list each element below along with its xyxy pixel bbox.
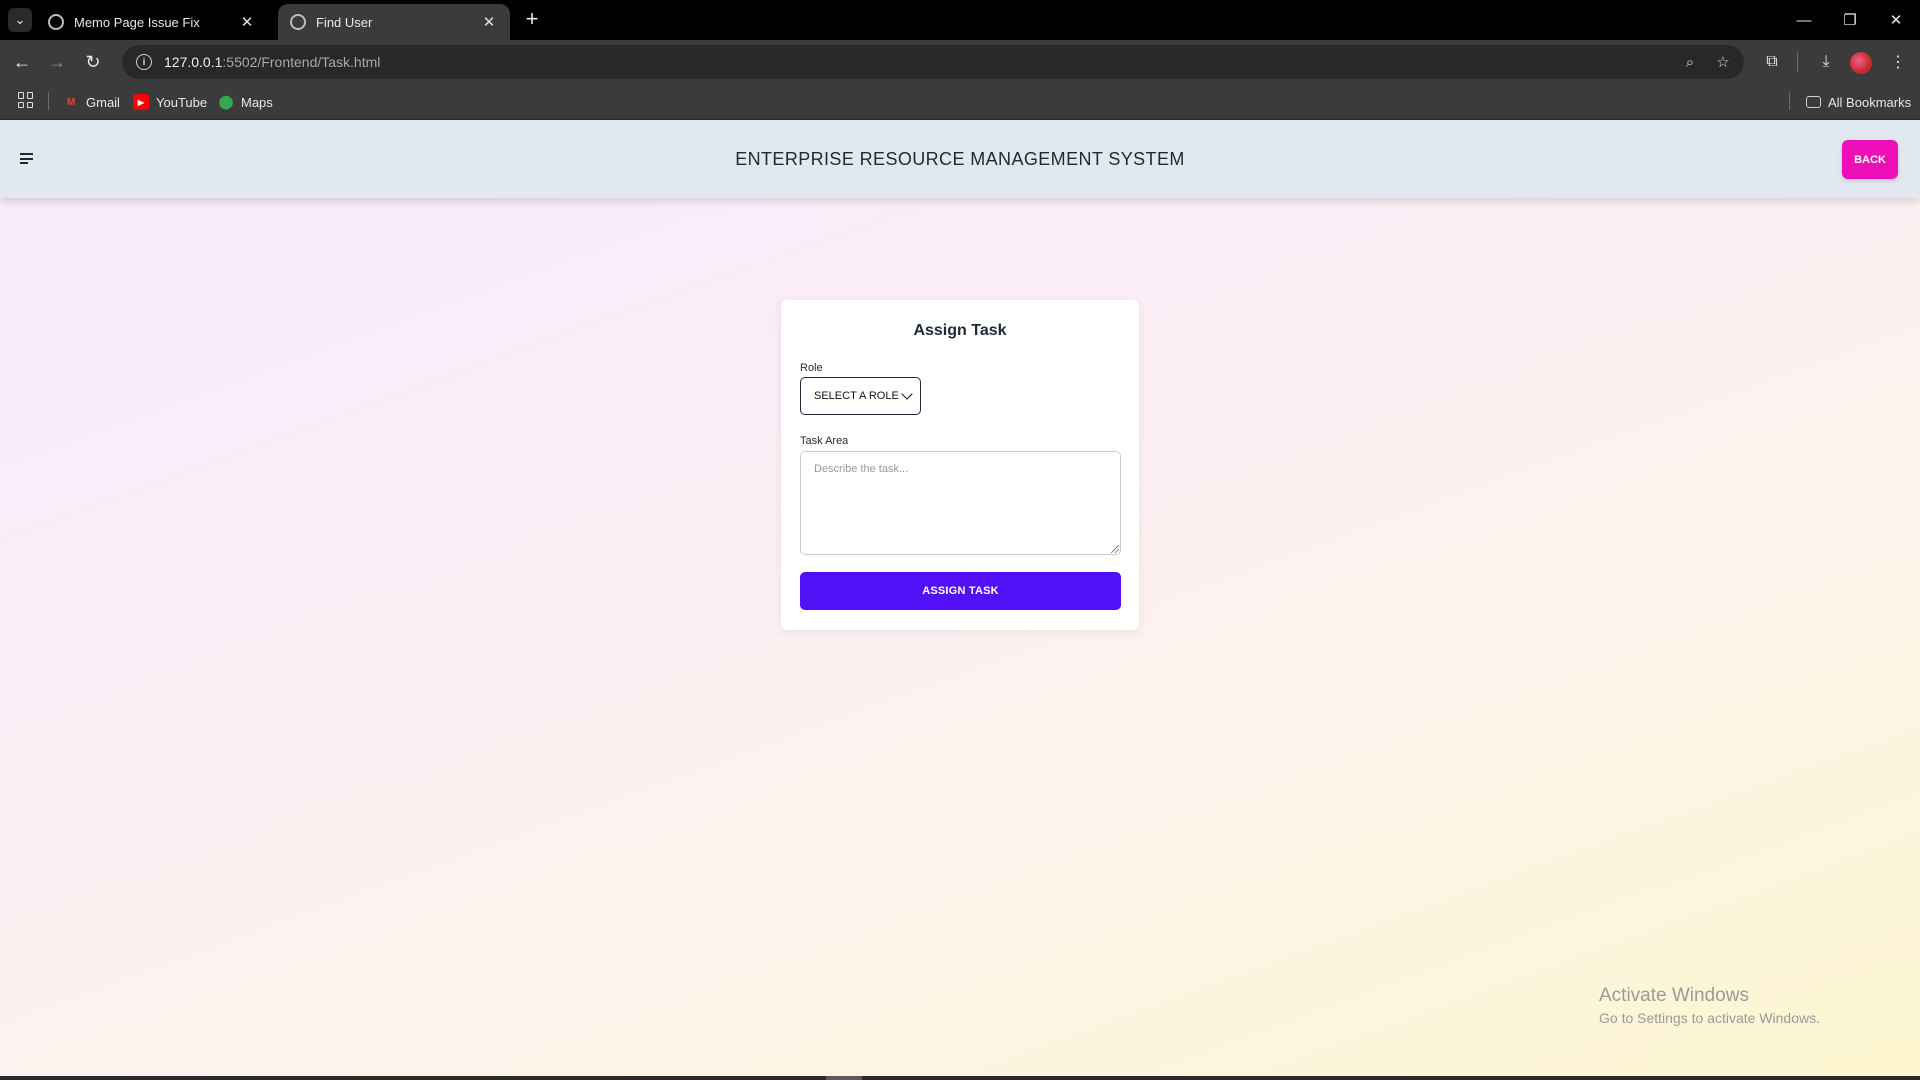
browser-tab-memo[interactable]: Memo Page Issue Fix ✕ bbox=[36, 4, 268, 40]
bookmarks-bar: M Gmail ▶ YouTube ⬤ Maps All Bookmarks bbox=[0, 84, 1920, 120]
extensions-icon[interactable]: ⧉ bbox=[1758, 48, 1786, 76]
youtube-icon: ▶ bbox=[133, 94, 149, 110]
assign-task-card: Assign Task Role SELECT A ROLE Task Area… bbox=[781, 300, 1139, 630]
watermark-subtitle: Go to Settings to activate Windows. bbox=[1599, 1010, 1820, 1026]
all-bookmarks-label: All Bookmarks bbox=[1828, 94, 1912, 110]
watermark-title: Activate Windows bbox=[1599, 985, 1749, 1006]
forward-arrow-icon[interactable]: → bbox=[43, 48, 71, 76]
star-icon[interactable]: ☆ bbox=[1712, 51, 1734, 73]
reload-icon[interactable]: ↻ bbox=[79, 48, 107, 76]
scrollbar-thumb[interactable] bbox=[826, 1076, 862, 1080]
toolbar-divider bbox=[1797, 52, 1798, 72]
bookmark-label: Gmail bbox=[86, 94, 120, 110]
task-textarea[interactable] bbox=[800, 451, 1121, 555]
restore-icon[interactable]: ❐ bbox=[1830, 6, 1870, 34]
role-label: Role bbox=[800, 362, 823, 374]
bookmark-label: Maps bbox=[241, 94, 273, 110]
bookmarks-divider bbox=[1789, 92, 1790, 110]
profile-avatar[interactable] bbox=[1850, 52, 1872, 74]
tab-search-icon[interactable]: ⌄ bbox=[8, 8, 32, 32]
url-path: :5502/Frontend/Task.html bbox=[222, 54, 381, 70]
back-arrow-icon[interactable]: ← bbox=[8, 48, 36, 76]
maps-icon: ⬤ bbox=[218, 94, 234, 109]
folder-icon bbox=[1806, 96, 1821, 108]
gmail-icon: M bbox=[66, 96, 76, 108]
globe-icon bbox=[290, 14, 306, 30]
form-title: Assign Task bbox=[913, 322, 1007, 339]
bookmark-label: YouTube bbox=[156, 94, 208, 110]
close-icon[interactable]: ✕ bbox=[480, 13, 498, 31]
app-title: ENTERPRISE RESOURCE MANAGEMENT SYSTEM bbox=[735, 149, 1185, 169]
apps-grid-icon[interactable] bbox=[18, 92, 34, 108]
minimize-icon[interactable]: — bbox=[1784, 6, 1824, 34]
bookmarks-divider bbox=[48, 92, 49, 110]
role-selected-value: SELECT A ROLE bbox=[814, 390, 899, 402]
zoom-icon[interactable]: ⌕ bbox=[1679, 51, 1701, 73]
app-header: ENTERPRISE RESOURCE MANAGEMENT SYSTEM BA… bbox=[0, 120, 1920, 198]
browser-tab-find-user[interactable]: Find User ✕ bbox=[278, 4, 510, 40]
tab-title: Find User bbox=[316, 14, 373, 30]
resize-handle[interactable] bbox=[1111, 545, 1119, 553]
back-button[interactable]: BACK bbox=[1842, 140, 1898, 179]
horizontal-scrollbar[interactable] bbox=[0, 1076, 1920, 1080]
window-close-icon[interactable]: ✕ bbox=[1876, 6, 1916, 34]
site-info-icon[interactable]: i bbox=[136, 54, 152, 70]
close-icon[interactable]: ✕ bbox=[238, 13, 256, 31]
activate-windows-watermark: Activate Windows Go to Settings to activ… bbox=[1599, 985, 1820, 1026]
bookmark-gmail[interactable]: M Gmail bbox=[63, 92, 120, 112]
tab-strip: ⌄ Memo Page Issue Fix ✕ Find User ✕ + — … bbox=[0, 0, 1920, 40]
role-select[interactable]: SELECT A ROLE bbox=[800, 377, 921, 415]
bookmark-youtube[interactable]: ▶ YouTube bbox=[133, 92, 207, 112]
tab-title: Memo Page Issue Fix bbox=[74, 14, 200, 30]
page-content: ENTERPRISE RESOURCE MANAGEMENT SYSTEM BA… bbox=[0, 120, 1920, 1076]
assign-task-button[interactable]: ASSIGN TASK bbox=[800, 572, 1121, 610]
browser-toolbar: ← → ↻ i 127.0.0.1:5502/Frontend/Task.htm… bbox=[0, 40, 1920, 84]
chevron-down-icon bbox=[901, 388, 913, 400]
download-icon[interactable]: ⤓ bbox=[1812, 48, 1840, 76]
bookmark-maps[interactable]: ⬤ Maps bbox=[218, 92, 273, 112]
all-bookmarks[interactable]: All Bookmarks bbox=[1806, 92, 1911, 112]
address-bar[interactable]: i 127.0.0.1:5502/Frontend/Task.html ⌕ ☆ bbox=[122, 45, 1744, 79]
task-area-label: Task Area bbox=[800, 435, 849, 447]
new-tab-icon[interactable]: + bbox=[520, 8, 544, 32]
url-host: 127.0.0.1 bbox=[164, 54, 223, 70]
globe-icon bbox=[48, 14, 64, 30]
more-menu-icon[interactable]: ⋮ bbox=[1884, 48, 1912, 76]
